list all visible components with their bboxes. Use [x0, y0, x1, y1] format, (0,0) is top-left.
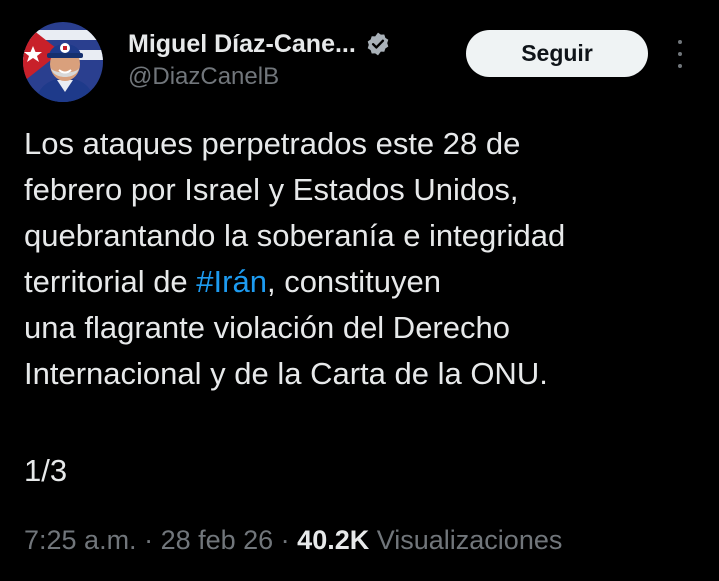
meta-separator: · — [136, 525, 161, 555]
author-name-row: Miguel Díaz-Cane... — [128, 28, 391, 60]
tweet-line: una flagrante violación del Derecho — [24, 310, 510, 345]
tweet-card: Miguel Díaz-Cane... @DiazCanelB Seguir L… — [0, 0, 719, 581]
author-display-name[interactable]: Miguel Díaz-Cane... — [128, 30, 356, 59]
views-count[interactable]: 40.2K — [297, 525, 369, 555]
more-vertical-icon[interactable] — [672, 40, 688, 68]
tweet-text: Los ataques perpetrados este 28 de febre… — [24, 121, 704, 397]
meta-separator: · — [273, 525, 298, 555]
tweet-line: territorial de #Irán, constituyen — [24, 259, 704, 305]
tweet-text-segment: territorial de — [24, 264, 197, 299]
follow-button[interactable]: Seguir — [466, 30, 648, 77]
tweet-text-segment: , constituyen — [266, 264, 442, 299]
dot — [678, 52, 682, 56]
hashtag-link[interactable]: #Irán — [196, 264, 267, 299]
tweet-line: Los ataques perpetrados este 28 de — [24, 126, 521, 161]
avatar-photo — [23, 22, 103, 102]
dot — [678, 40, 682, 44]
author-handle[interactable]: @DiazCanelB — [128, 63, 279, 91]
thread-count: 1/3 — [24, 453, 68, 488]
views-label[interactable]: Visualizaciones — [369, 525, 563, 555]
dot — [678, 64, 682, 68]
tweet-line: febrero por Israel y Estados Unidos, — [24, 172, 519, 207]
verified-badge-icon — [365, 31, 391, 57]
tweet-time[interactable]: 7:25 a.m. — [24, 525, 137, 555]
tweet-line: Internacional y de la Carta de la ONU. — [24, 356, 548, 391]
avatar[interactable] — [23, 22, 103, 102]
tweet-line: quebrantando la soberanía e integridad — [24, 218, 566, 253]
tweet-date[interactable]: 28 feb 26 — [161, 525, 274, 555]
tweet-meta: 7:25 a.m. · 28 feb 26 · 40.2K Visualizac… — [24, 520, 562, 560]
